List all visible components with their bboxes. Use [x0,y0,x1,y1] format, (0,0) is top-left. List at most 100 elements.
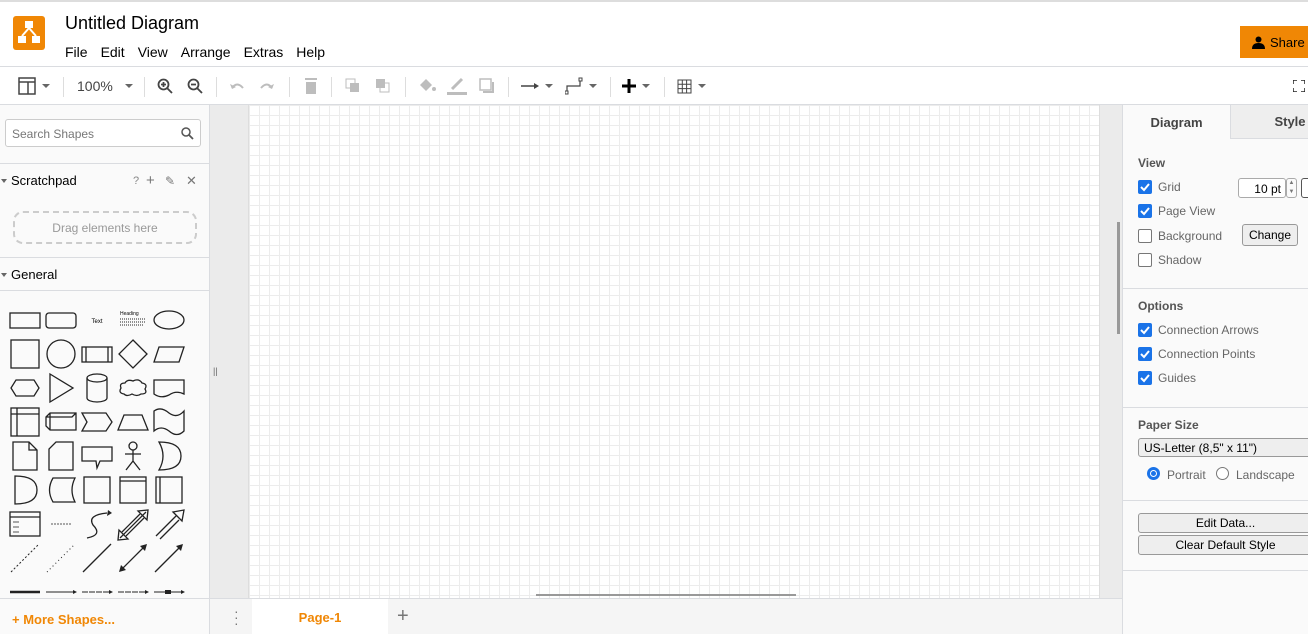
edit-icon[interactable]: ✎ [165,174,175,188]
fullscreen-button[interactable] [1293,76,1305,96]
scratchpad-header[interactable]: Scratchpad ? + ✎ ✕ [0,163,209,197]
shape-internal-storage[interactable] [7,405,43,439]
connection-arrows-checkbox[interactable] [1138,323,1152,337]
menu-arrange[interactable]: Arrange [181,44,231,60]
grid-color-button[interactable] [1301,178,1308,198]
general-header[interactable]: General [0,257,209,291]
zoom-in-button[interactable] [157,76,173,96]
guides-checkbox[interactable] [1138,371,1152,385]
to-front-button[interactable] [345,76,361,96]
portrait-radio[interactable] [1147,467,1160,480]
delete-button[interactable] [303,76,319,96]
shape-link[interactable] [7,575,43,609]
shape-container[interactable] [79,473,115,507]
search-shapes-input[interactable]: Search Shapes [5,119,201,147]
shape-cloud[interactable] [115,371,151,405]
share-button[interactable]: Share [1240,26,1308,58]
shape-text[interactable]: Text [79,303,115,337]
table-dropdown[interactable] [677,76,706,96]
zoom-out-button[interactable] [187,76,203,96]
grid-size-stepper[interactable]: ▲ ▼ [1286,178,1297,198]
sidebar-resize-handle[interactable]: || [213,366,218,376]
menu-edit[interactable]: Edit [101,44,125,60]
shape-data-storage[interactable] [43,473,79,507]
diagram-title[interactable]: Untitled Diagram [65,13,199,34]
canvas-area[interactable] [210,105,1122,598]
shape-bidirectional-connector[interactable] [115,541,151,575]
shape-diamond[interactable] [115,337,151,371]
shape-rounded-rectangle[interactable] [43,303,79,337]
help-icon[interactable]: ? [133,175,139,187]
background-checkbox[interactable] [1138,228,1152,243]
shape-connector-2-labels[interactable] [79,575,115,609]
shape-actor[interactable] [115,439,151,473]
shape-parallelogram[interactable] [151,337,187,371]
menu-extras[interactable]: Extras [244,44,284,60]
edit-data-button[interactable]: Edit Data... [1138,513,1308,533]
insert-dropdown[interactable] [622,76,650,96]
tab-diagram[interactable]: Diagram [1123,105,1230,139]
shape-cylinder[interactable] [79,371,115,405]
shape-dashed-line[interactable] [7,541,43,575]
vertical-scrollbar[interactable] [1117,222,1120,334]
landscape-radio[interactable] [1216,467,1229,480]
format-panel-button[interactable] [18,76,50,96]
shape-connector-symbol[interactable] [151,575,187,609]
shape-note[interactable] [7,439,43,473]
shape-step[interactable] [79,405,115,439]
shape-connector-3-labels[interactable] [115,575,151,609]
shape-directional-connector[interactable] [151,541,187,575]
shadow-checkbox[interactable] [1138,252,1152,267]
undo-button[interactable] [229,76,245,96]
change-background-button[interactable]: Change [1242,224,1298,246]
redo-button[interactable] [259,76,275,96]
clear-default-style-button[interactable]: Clear Default Style [1138,535,1308,555]
shape-triangle[interactable] [43,371,79,405]
page-view-checkbox[interactable] [1138,204,1152,219]
shape-arrow[interactable] [151,507,187,541]
shape-textbox[interactable]: Heading [115,303,151,337]
menu-view[interactable]: View [138,44,168,60]
connection-points-checkbox[interactable] [1138,347,1152,361]
tab-page-1[interactable]: Page-1 [252,599,388,635]
connection-dropdown[interactable] [521,76,553,96]
shape-ellipse[interactable] [151,303,187,337]
grid-checkbox[interactable] [1138,180,1152,194]
shape-list-item[interactable] [43,507,79,541]
shape-tape[interactable] [151,405,187,439]
diagram-page[interactable] [248,105,1100,598]
menu-help[interactable]: Help [296,44,325,60]
shape-callout[interactable] [79,439,115,473]
shape-square[interactable] [7,337,43,371]
shape-dotted-line[interactable] [43,541,79,575]
shape-cube[interactable] [43,405,79,439]
menu-file[interactable]: File [65,44,88,60]
paper-size-select[interactable]: US-Letter (8,5" x 11") [1138,438,1308,457]
shape-rectangle[interactable] [7,303,43,337]
shape-process[interactable] [79,337,115,371]
shape-container-vertical[interactable] [151,473,187,507]
add-page-icon[interactable]: + [397,605,409,628]
shape-container-header[interactable] [115,473,151,507]
to-back-button[interactable] [375,76,391,96]
tab-style[interactable]: Style [1230,105,1308,139]
horizontal-scrollbar[interactable] [536,594,796,596]
search-icon[interactable] [181,127,194,140]
shape-line[interactable] [79,541,115,575]
shape-curve[interactable] [79,507,115,541]
fill-color-button[interactable] [418,76,436,96]
shape-hexagon[interactable] [7,371,43,405]
shape-or[interactable] [151,439,187,473]
shadow-button[interactable] [479,76,495,96]
add-icon[interactable]: + [146,172,155,189]
shape-connector-label[interactable] [43,575,79,609]
shape-and[interactable] [7,473,43,507]
line-color-button[interactable] [447,76,467,96]
shape-trapezoid[interactable] [115,405,151,439]
shape-circle[interactable] [43,337,79,371]
zoom-dropdown[interactable]: 100% [77,76,133,96]
grid-size-input[interactable]: 10 pt [1238,178,1286,198]
shape-card[interactable] [43,439,79,473]
shape-list[interactable] [7,507,43,541]
shape-document[interactable] [151,371,187,405]
